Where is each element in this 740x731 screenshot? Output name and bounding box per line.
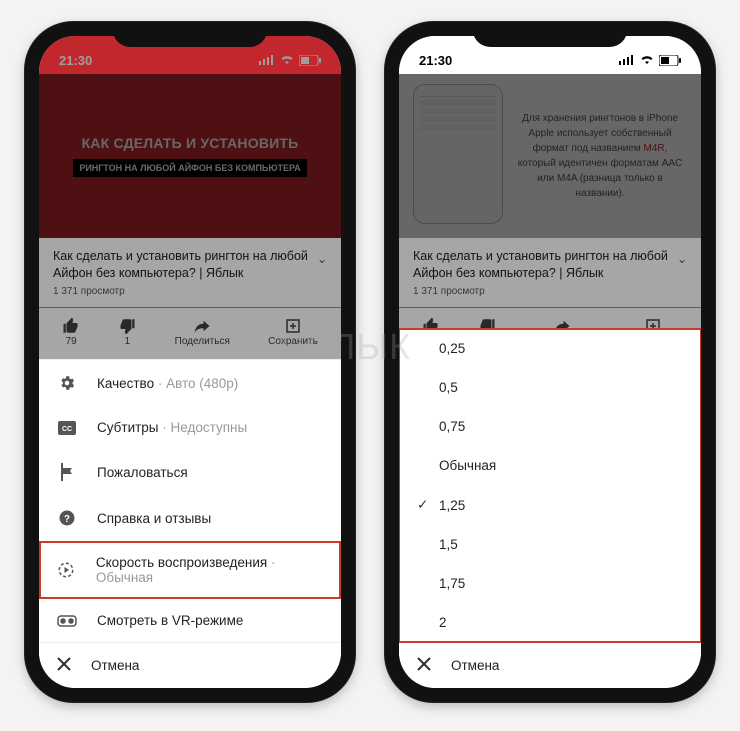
share-button[interactable]: Поделиться: [175, 316, 230, 347]
help-icon: ?: [57, 509, 77, 527]
action-bar: 79 1 Поделиться Сохранить: [39, 308, 341, 360]
save-icon: [268, 316, 318, 336]
chevron-down-icon: ⌄: [317, 252, 327, 266]
thumbs-up-icon: [62, 316, 80, 336]
thumb-subtitle: РИНГТОН НА ЛЮБОЙ АЙФОН БЕЗ КОМПЬЮТЕРА: [73, 159, 306, 177]
quality-row[interactable]: КачествоАвто (480p): [39, 360, 341, 406]
status-right: [619, 55, 681, 66]
speed-option[interactable]: ✓1,25: [399, 485, 701, 525]
speed-label: Обычная: [439, 458, 496, 473]
status-time: 21:30: [59, 53, 92, 68]
speed-sheet: 0,25 0,5 0,75 Обычная ✓1,25 1,5 1,75 2 Отмена: [399, 328, 701, 688]
chevron-down-icon: ⌄: [677, 252, 687, 266]
speed-option[interactable]: 1,5: [399, 525, 701, 564]
mini-phone-graphic: [413, 84, 503, 224]
svg-text:?: ?: [64, 514, 70, 525]
vr-row[interactable]: Смотреть в VR-режиме: [39, 599, 341, 642]
cancel-row[interactable]: Отмена: [39, 642, 341, 688]
speed-label: 1,75: [439, 576, 465, 591]
thumb-title: КАК СДЕЛАТЬ И УСТАНОВИТЬ: [82, 135, 299, 151]
thumb2-text: Для хранения рингтонов в iPhone Apple ис…: [513, 111, 687, 201]
speed-option[interactable]: 2: [399, 603, 701, 642]
share-icon: [175, 316, 230, 336]
video-meta[interactable]: Как сделать и установить рингтон на любо…: [399, 238, 701, 308]
options-sheet: КачествоАвто (480p) CC СубтитрыНедоступн…: [39, 359, 341, 688]
speed-label: 1,5: [439, 537, 458, 552]
cancel-row[interactable]: Отмена: [399, 642, 701, 688]
save-button[interactable]: Сохранить: [268, 316, 318, 347]
speed-option[interactable]: 0,25: [399, 329, 701, 368]
phone-right: 21:30: [385, 22, 715, 702]
video-title: Как сделать и установить рингтон на любо…: [53, 248, 327, 282]
speed-label: 1,25: [439, 498, 465, 513]
status-right: [259, 55, 321, 66]
close-icon: [57, 657, 71, 674]
phone-notch: [473, 22, 628, 47]
thumbs-down-icon: [118, 316, 136, 336]
video-views: 1 371 просмотр: [413, 286, 687, 297]
video-thumbnail: Для хранения рингтонов в iPhone Apple ис…: [399, 74, 701, 238]
video-views: 1 371 просмотр: [53, 286, 327, 297]
check-icon: ✓: [417, 497, 439, 513]
playback-speed-row[interactable]: Скорость воспроизведенияОбычная: [39, 541, 341, 599]
phone-left: 21:30 КАК СДЕЛАТЬ И УСТАНОВИТЬ РИНГТОН Н…: [25, 22, 355, 702]
like-button[interactable]: 79: [62, 316, 80, 347]
speed-option[interactable]: 0,75: [399, 407, 701, 446]
status-time: 21:30: [419, 53, 452, 68]
dislike-button[interactable]: 1: [118, 316, 136, 347]
report-row[interactable]: Пожаловаться: [39, 449, 341, 495]
speed-label: 0,75: [439, 419, 465, 434]
speed-option[interactable]: 0,5: [399, 368, 701, 407]
close-icon: [417, 657, 431, 674]
video-title: Как сделать и установить рингтон на любо…: [413, 248, 687, 282]
speed-option[interactable]: Обычная: [399, 446, 701, 485]
phone-notch: [113, 22, 268, 47]
speed-label: 2: [439, 615, 447, 630]
speed-label: 0,5: [439, 380, 458, 395]
flag-icon: [57, 463, 77, 481]
cc-icon: CC: [57, 421, 77, 435]
svg-text:CC: CC: [62, 426, 72, 433]
help-row[interactable]: ? Справка и отзывы: [39, 495, 341, 541]
gear-icon: [57, 374, 77, 392]
captions-row[interactable]: CC СубтитрыНедоступны: [39, 406, 341, 449]
vr-icon: [57, 615, 77, 627]
speed-list: 0,25 0,5 0,75 Обычная ✓1,25 1,5 1,75 2: [399, 329, 701, 642]
speed-icon: [57, 561, 76, 579]
speed-option[interactable]: 1,75: [399, 564, 701, 603]
video-thumbnail: КАК СДЕЛАТЬ И УСТАНОВИТЬ РИНГТОН НА ЛЮБО…: [39, 74, 341, 238]
speed-label: 0,25: [439, 341, 465, 356]
video-meta[interactable]: Как сделать и установить рингтон на любо…: [39, 238, 341, 308]
